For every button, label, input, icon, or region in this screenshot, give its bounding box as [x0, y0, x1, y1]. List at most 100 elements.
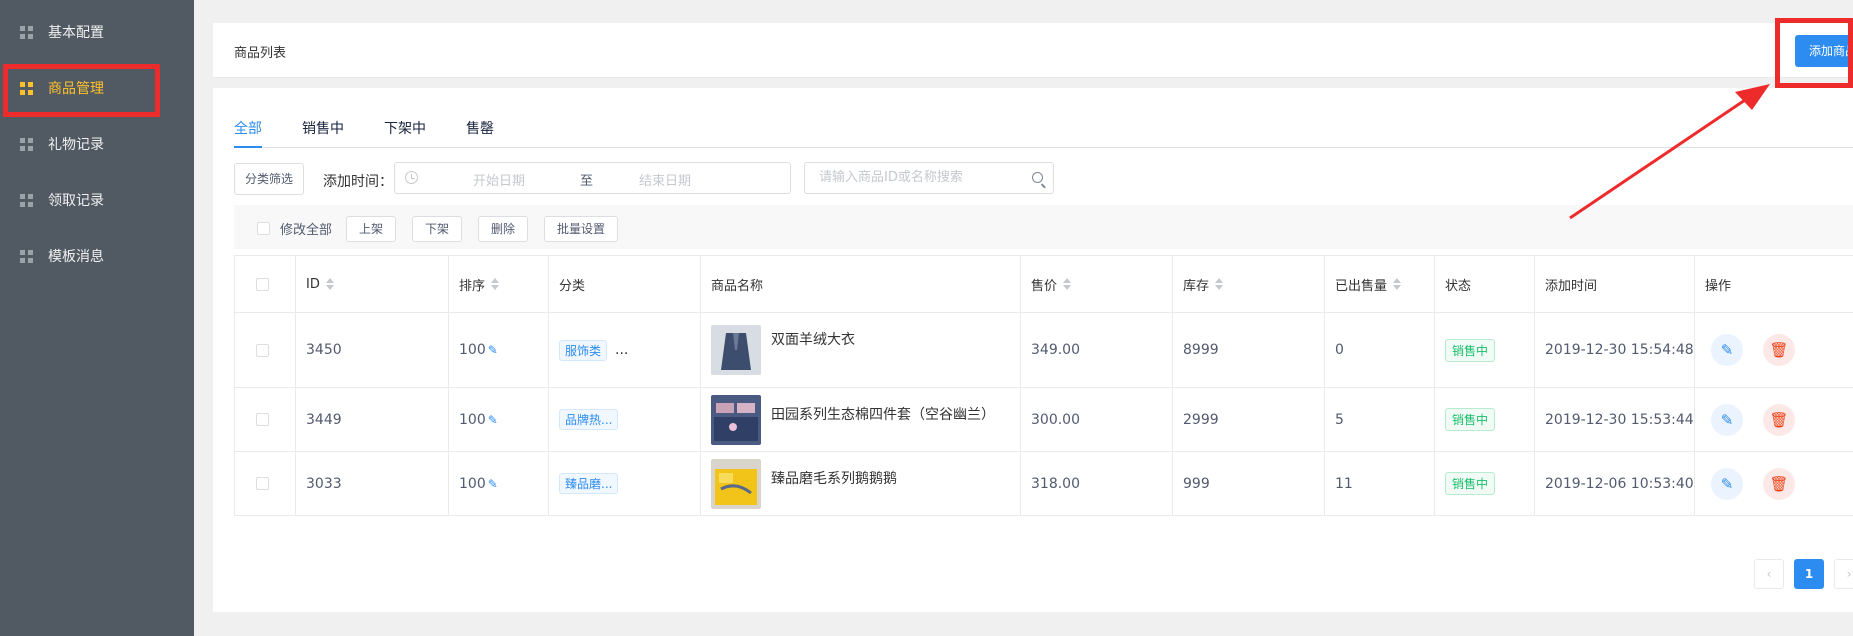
trash-icon: 🗑	[1769, 341, 1789, 359]
cell-actions: ✎ 🗑	[1694, 388, 1853, 451]
cell-name: 田园系列生态棉四件套（空谷幽兰）	[700, 388, 1020, 451]
pencil-icon: ✎	[1720, 474, 1734, 493]
tab-sold-out[interactable]: 售罄	[466, 118, 494, 146]
column-header-category: 分类	[548, 256, 700, 312]
pencil-icon[interactable]: ✎	[488, 477, 498, 491]
sidebar-item-template-messages[interactable]: 模板消息	[0, 236, 194, 276]
list-button[interactable]: 上架	[346, 216, 397, 242]
pencil-icon: ✎	[1720, 341, 1734, 359]
search-icon[interactable]	[1032, 172, 1043, 183]
cell-stock: 2999	[1172, 388, 1324, 451]
batch-settings-button[interactable]: 批量设置	[544, 216, 619, 242]
header-checkbox[interactable]	[256, 277, 269, 291]
pencil-icon: ✎	[1720, 410, 1734, 429]
sort-icon[interactable]	[1393, 278, 1402, 290]
cell-actions: ✎ 🗑	[1694, 313, 1853, 387]
delist-button[interactable]: 下架	[412, 216, 463, 242]
add-time-label: 添加时间：	[323, 174, 393, 190]
product-thumbnail	[711, 325, 761, 375]
cell-sort[interactable]: 100 ✎	[448, 452, 548, 515]
column-header-stock[interactable]: 库存	[1172, 256, 1324, 312]
delete-row-button[interactable]: 🗑	[1763, 403, 1795, 436]
column-header-actions: 操作	[1694, 256, 1853, 312]
column-header-id[interactable]: ID	[295, 256, 448, 312]
prev-page-button[interactable]: ‹	[1754, 559, 1784, 589]
status-badge: 销售中	[1445, 408, 1496, 431]
category-tag: 臻品磨...	[559, 473, 619, 494]
cell-id: 3033	[295, 452, 448, 515]
table-row: 3033 100 ✎ 臻品磨... 臻品磨毛系列鹅鹅鹅 318.00 999 11…	[234, 452, 1853, 516]
cell-sort[interactable]: 100 ✎	[448, 388, 548, 451]
end-date-placeholder: 结束日期	[639, 174, 692, 189]
cell-sort[interactable]: 100 ✎	[448, 313, 548, 387]
next-page-button[interactable]: ›	[1834, 559, 1853, 589]
cell-category: 臻品磨...	[548, 452, 700, 515]
sort-icon[interactable]	[1215, 278, 1224, 290]
cell-sold: 5	[1324, 388, 1434, 451]
header-card: 商品列表	[213, 23, 1853, 78]
edit-button[interactable]: ✎	[1711, 403, 1743, 436]
column-header-sort[interactable]: 排序	[448, 256, 548, 312]
sidebar-item-label: 基本配置	[48, 25, 104, 41]
cell-name: 双面羊绒大衣	[700, 313, 1020, 387]
highlight-box-sidebar	[3, 64, 160, 117]
sort-icon[interactable]	[491, 278, 500, 290]
cell-sold: 0	[1324, 313, 1434, 387]
delete-row-button[interactable]: 🗑	[1763, 467, 1795, 500]
sidebar-item-basic-config[interactable]: 基本配置	[0, 12, 194, 52]
category-filter-button[interactable]: 分类筛选	[234, 163, 305, 195]
grid-icon	[20, 137, 33, 151]
tab-on-sale[interactable]: 销售中	[302, 118, 344, 146]
grid-icon	[20, 193, 33, 207]
grid-icon	[20, 25, 33, 39]
cell-status: 销售中	[1434, 313, 1534, 387]
tab-off-shelf[interactable]: 下架中	[384, 118, 426, 146]
date-range-picker[interactable]: 开始日期 至 结束日期	[394, 162, 791, 194]
cell-stock: 999	[1172, 452, 1324, 515]
category-tag: 品牌热...	[559, 409, 619, 430]
category-tag: 服饰类	[559, 339, 608, 361]
cell-status: 销售中	[1434, 452, 1534, 515]
sidebar-item-gift-records[interactable]: 礼物记录	[0, 124, 194, 164]
trash-icon: 🗑	[1769, 410, 1789, 429]
tab-all[interactable]: 全部	[234, 118, 262, 148]
edit-button[interactable]: ✎	[1711, 467, 1743, 500]
cell-sold: 11	[1324, 452, 1434, 515]
search-input[interactable]: 请输入商品ID或名称搜索	[804, 162, 1054, 194]
sidebar-item-label: 领取记录	[48, 193, 104, 209]
row-checkbox[interactable]	[256, 343, 269, 357]
select-all-label: 修改全部	[280, 223, 333, 238]
delete-row-button[interactable]: 🗑	[1763, 334, 1795, 366]
column-header-name: 商品名称	[700, 256, 1020, 312]
start-date-placeholder: 开始日期	[473, 174, 526, 189]
column-header-price[interactable]: 售价	[1020, 256, 1172, 312]
sidebar-item-claim-records[interactable]: 领取记录	[0, 180, 194, 220]
sort-icon[interactable]	[1063, 278, 1072, 290]
cell-category: 服饰类...	[548, 313, 700, 387]
cell-category: 品牌热...	[548, 388, 700, 451]
cell-price: 349.00	[1020, 313, 1172, 387]
table-row: 3450 100 ✎ 服饰类... 双面羊绒大衣 349.00 8999 0 销售…	[234, 313, 1853, 388]
cell-time: 2019-12-06 10:53:40	[1534, 452, 1694, 515]
table-header-row: ID 排序 分类 商品名称 售价 库存 已出售量 状态 添加时间 操作	[234, 255, 1853, 313]
edit-button[interactable]: ✎	[1711, 334, 1743, 366]
search-placeholder: 请输入商品ID或名称搜索	[819, 170, 963, 185]
cell-stock: 8999	[1172, 313, 1324, 387]
cell-name: 臻品磨毛系列鹅鹅鹅	[700, 452, 1020, 515]
column-header-sold[interactable]: 已出售量	[1324, 256, 1434, 312]
product-name: 双面羊绒大衣	[771, 332, 855, 348]
category-more[interactable]: ...	[615, 342, 628, 358]
cell-time: 2019-12-30 15:53:44	[1534, 388, 1694, 451]
pencil-icon[interactable]: ✎	[488, 413, 498, 427]
cell-price: 300.00	[1020, 388, 1172, 451]
pencil-icon[interactable]: ✎	[488, 343, 498, 357]
sort-icon[interactable]	[325, 278, 334, 290]
select-all-checkbox[interactable]	[257, 222, 270, 235]
column-header-status: 状态	[1434, 256, 1534, 312]
sidebar-item-label: 礼物记录	[48, 137, 104, 153]
product-thumbnail	[711, 458, 761, 509]
page-1-button[interactable]: 1	[1794, 559, 1824, 589]
row-checkbox[interactable]	[256, 477, 269, 490]
row-checkbox[interactable]	[256, 413, 269, 426]
delete-button[interactable]: 删除	[478, 216, 529, 242]
